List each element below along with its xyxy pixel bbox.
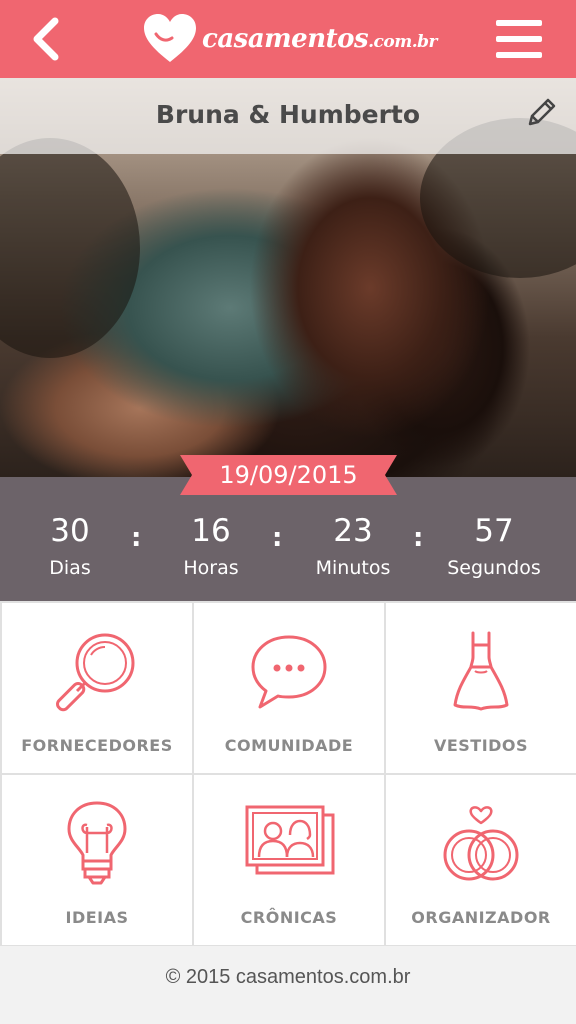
countdown-days-label: Dias (49, 557, 91, 579)
edit-button[interactable] (522, 96, 558, 132)
tile-label: CRÔNICAS (240, 908, 338, 927)
couple-name: Bruna & Humberto (155, 100, 421, 129)
countdown-separator: : (413, 523, 424, 553)
magnifier-icon (56, 633, 135, 712)
countdown-seconds: 57 Segundos (424, 513, 564, 579)
tile-ideias[interactable]: IDEIAS (2, 775, 192, 945)
logo-text: casamentos.com.br (202, 24, 437, 54)
menu-button[interactable] (496, 20, 542, 58)
tile-label: VESTIDOS (433, 736, 529, 755)
dress-icon (453, 631, 509, 711)
feature-grid: FORNECEDORES COMUNIDADE VESTIDOS IDEIAS (0, 601, 576, 946)
rings-icon (443, 806, 519, 881)
app-header: casamentos.com.br (0, 0, 576, 78)
copyright-text: © 2015 casamentos.com.br (165, 966, 411, 988)
countdown-minutes-label: Minutos (315, 557, 391, 579)
wedding-countdown: 30 Dias : 16 Horas : 23 Minutos : 57 Seg… (0, 477, 576, 601)
heart-logo-icon (144, 14, 196, 62)
logo[interactable]: casamentos.com.br (142, 10, 437, 68)
tile-organizador[interactable]: ORGANIZADOR (386, 775, 576, 945)
tile-fornecedores[interactable]: FORNECEDORES (2, 603, 192, 773)
chat-bubble-icon (251, 635, 327, 709)
countdown-separator: : (131, 523, 142, 553)
tile-comunidade[interactable]: COMUNIDADE (194, 603, 384, 773)
hamburger-menu-icon-bar-bottom (496, 52, 542, 58)
countdown-seconds-value: 57 (474, 513, 514, 549)
footer: © 2015 casamentos.com.br (0, 946, 576, 1024)
countdown-seconds-label: Segundos (447, 557, 541, 579)
countdown-hours-label: Horas (183, 557, 239, 579)
logo-name: casamentos (202, 24, 369, 54)
photo-foliage (0, 138, 140, 358)
photo-album-icon (245, 805, 335, 875)
countdown-hours: 16 Horas (141, 513, 281, 579)
countdown-minutes-value: 23 (333, 513, 373, 549)
couple-photo: Bruna & Humberto (0, 78, 576, 478)
countdown-minutes: 23 Minutos (283, 513, 423, 579)
tile-label: FORNECEDORES (21, 736, 173, 755)
countdown-days-value: 30 (50, 513, 90, 549)
logo-domain: .com.br (368, 32, 437, 52)
pencil-icon (528, 98, 556, 126)
hamburger-menu-icon-bar-middle (496, 36, 542, 42)
chevron-left-icon (33, 17, 59, 61)
hamburger-menu-icon-bar-top (496, 20, 542, 26)
back-button[interactable] (22, 14, 70, 64)
tile-cronicas[interactable]: CRÔNICAS (194, 775, 384, 945)
wedding-date-ribbon: 19/09/2015 (180, 455, 397, 495)
wedding-date: 19/09/2015 (219, 461, 358, 489)
tile-label: COMUNIDADE (224, 736, 354, 755)
lightbulb-icon (67, 801, 127, 885)
tile-label: IDEIAS (65, 908, 129, 927)
tile-label: ORGANIZADOR (411, 908, 551, 927)
tile-vestidos[interactable]: VESTIDOS (386, 603, 576, 773)
countdown-days: 30 Dias (0, 513, 140, 579)
countdown-hours-value: 16 (191, 513, 231, 549)
countdown-separator: : (272, 523, 283, 553)
